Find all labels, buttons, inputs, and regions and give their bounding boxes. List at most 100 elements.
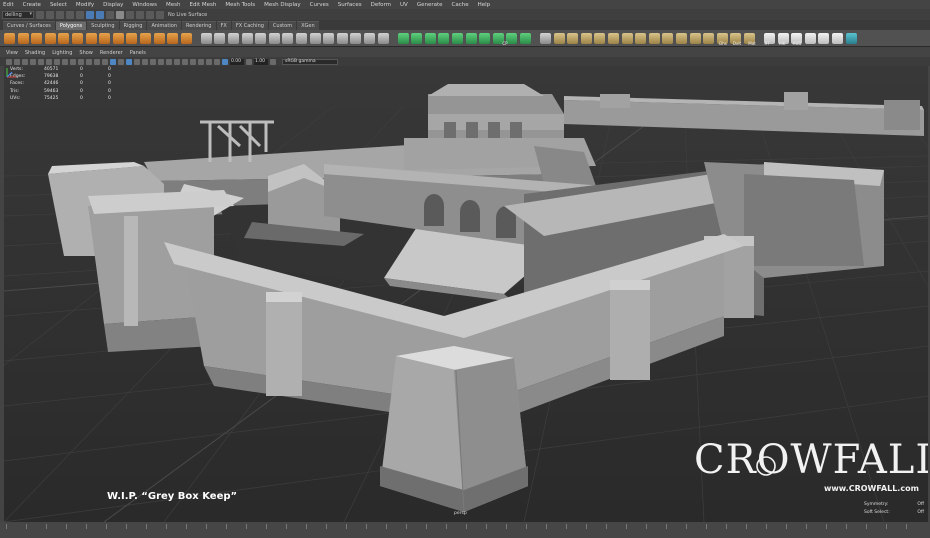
cylinder-icon[interactable] [31,33,43,44]
xray-components-icon[interactable] [214,58,220,65]
menu-edit[interactable]: Edit [3,2,14,8]
spherical-map-icon[interactable] [438,33,450,44]
append-icon[interactable] [336,33,348,44]
resolution-gate-icon[interactable] [70,58,76,65]
combine-icon[interactable] [200,33,212,44]
panel-menu-renderer[interactable]: Renderer [100,50,123,56]
boolean-difference-icon[interactable] [268,33,280,44]
shelf-tab-rigging[interactable]: Rigging [119,21,147,30]
shelf-tab-fx[interactable]: FX [216,21,231,30]
uv-sew-icon[interactable] [479,33,491,44]
isolate-select-icon[interactable] [190,58,196,65]
smooth-shade-icon[interactable] [118,58,124,65]
color-management-icon[interactable] [270,58,276,65]
layer-icon[interactable] [703,33,715,44]
anti-alias-icon[interactable] [174,58,180,65]
cylindrical-map-icon[interactable] [424,33,436,44]
torus-icon[interactable] [72,33,83,44]
separate-icon[interactable] [214,33,226,44]
gamma-field[interactable]: 1.00 [254,58,268,65]
ambient-occlusion-icon[interactable] [158,58,164,65]
panel-menu-shading[interactable]: Shading [25,50,45,56]
menu-deform[interactable]: Deform [371,2,391,8]
snap-curve-icon[interactable] [126,10,134,19]
boolean-intersection-icon[interactable] [282,33,294,44]
snap-point-icon[interactable] [136,10,144,19]
plane-icon[interactable] [58,33,70,44]
parent-icon[interactable] [648,33,660,44]
shelf-tab-custom[interactable]: Custom [268,21,297,30]
uv-editor-icon[interactable] [397,33,409,44]
make-live-icon[interactable] [156,10,164,19]
open-scene-icon[interactable] [46,10,54,19]
snap-view-plane-icon[interactable] [146,10,154,19]
camera-attributes-icon[interactable] [14,58,20,65]
cone-icon[interactable] [44,33,56,44]
bridge-icon[interactable] [309,33,321,44]
grease-pencil-icon[interactable] [46,58,52,65]
shelf-tab-animation[interactable]: Animation [147,21,181,30]
shadows-icon[interactable] [150,58,156,65]
wireframe-icon[interactable] [110,58,116,65]
helix-icon[interactable] [112,33,124,44]
save-scene-icon[interactable] [56,10,64,19]
menu-mesh-tools[interactable]: Mesh Tools [225,2,255,8]
undo-icon[interactable] [66,10,74,19]
menu-display[interactable]: Display [103,2,123,8]
instance-icon[interactable] [689,33,701,44]
type-icon[interactable] [180,33,192,44]
view-transform-dropdown[interactable]: sRGB gamma [282,58,338,65]
menu-generate[interactable]: Generate [417,2,443,8]
boolean-union-icon[interactable] [255,33,267,44]
menu-curves[interactable]: Curves [310,2,329,8]
hik-icon[interactable] [818,33,830,44]
safe-action-icon[interactable] [94,58,100,65]
snap-grid-icon[interactable] [116,10,124,19]
create-pose-icon[interactable] [540,33,551,44]
freeze-transform-icon[interactable] [567,33,579,44]
xray-joints-icon[interactable] [206,58,212,65]
menu-uv[interactable]: UV [400,2,408,8]
select-hierarchy-icon[interactable] [86,10,94,19]
rt-icon[interactable] [804,33,816,44]
delete-history-icon[interactable] [580,33,592,44]
snap-together-icon[interactable] [608,33,619,44]
pyramid-icon[interactable] [153,33,165,44]
soccer-ball-icon[interactable] [126,33,138,44]
redo-icon[interactable] [76,10,84,19]
menu-mesh-display[interactable]: Mesh Display [264,2,301,8]
default-material-icon[interactable] [126,58,132,65]
menu-edit-mesh[interactable]: Edit Mesh [189,2,216,8]
menu-create[interactable]: Create [23,2,41,8]
auto-map-icon[interactable] [452,33,463,44]
exposure-field[interactable]: 0.00 [230,58,244,65]
align-icon[interactable] [621,33,633,44]
bookmark-icon[interactable] [22,58,28,65]
duplicate-icon[interactable] [676,33,687,44]
smooth-icon[interactable] [241,33,253,44]
menu-mesh[interactable]: Mesh [166,2,180,8]
xray-icon[interactable] [198,58,204,65]
disc-icon[interactable] [85,33,97,44]
select-object-icon[interactable] [96,10,104,19]
pipe-icon[interactable] [99,33,111,44]
panel-menu-panels[interactable]: Panels [130,50,146,56]
shelf-tab-xgen[interactable]: XGen [297,21,319,30]
mirror-icon[interactable] [296,33,307,44]
uv-cut-icon[interactable] [465,33,477,44]
platonic-icon[interactable] [140,33,151,44]
exposure-icon[interactable] [222,58,228,65]
extract-icon[interactable] [228,33,239,44]
offset-loop-icon[interactable] [377,33,389,44]
textured-icon[interactable] [134,58,140,65]
menu-help[interactable]: Help [478,2,491,8]
perspective-viewport[interactable]: Verts: 40571 0 0 Edges: 79638 0 0 Faces: 42446 0 0 T… [4,66,928,522]
select-camera-icon[interactable] [6,58,12,65]
safe-title-icon[interactable] [102,58,108,65]
panel-menu-show[interactable]: Show [79,50,93,56]
time-slider[interactable] [0,522,930,538]
menu-set-dropdown[interactable]: delling [2,10,34,19]
menu-cache[interactable]: Cache [452,2,469,8]
film-gate-icon[interactable] [62,58,68,65]
depth-of-field-icon[interactable] [182,58,188,65]
